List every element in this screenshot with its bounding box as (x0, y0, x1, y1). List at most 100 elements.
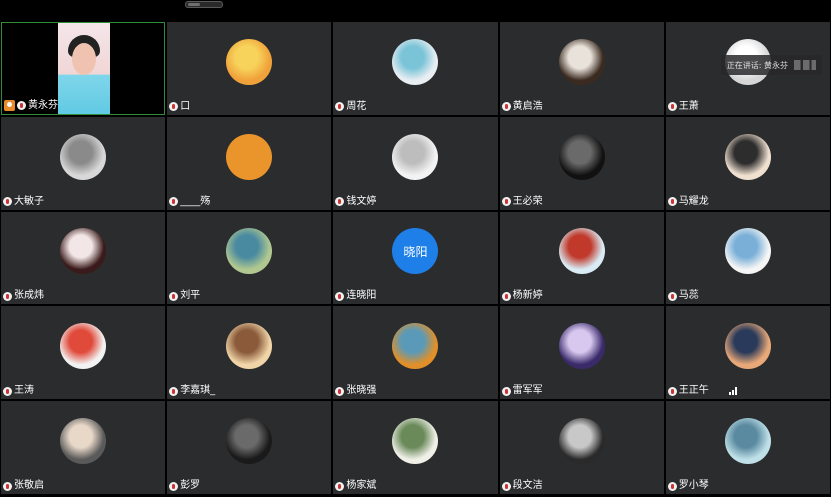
participant-tile[interactable]: ____殇 (167, 116, 332, 210)
participant-tile[interactable]: 口 (167, 22, 332, 115)
mic-muted-icon (3, 481, 12, 491)
participant-name: 张晓强 (346, 385, 377, 397)
name-bar: 雷军军 (501, 384, 543, 398)
mic-muted-icon (3, 197, 12, 207)
participant-tile[interactable]: 刘平 (167, 211, 332, 305)
name-bar: 周花 (335, 100, 366, 114)
mic-muted-icon (667, 197, 677, 207)
name-bar: ____殇 (169, 195, 210, 209)
speaking-indicator: 正在讲话: 黄永芬 (720, 55, 822, 75)
avatar (558, 228, 605, 275)
signal-strength-icon (728, 387, 739, 396)
participant-tile[interactable]: 钱文婷 (333, 116, 498, 210)
participant-tile[interactable]: 黄启浩 (499, 22, 664, 115)
participant-tile[interactable]: 王正午 (665, 306, 830, 400)
participant-tile[interactable]: 张敬启 (1, 401, 166, 494)
avatar (392, 38, 439, 85)
avatar (558, 133, 605, 180)
name-bar: 罗小琴 (667, 479, 709, 493)
avatar (392, 323, 439, 370)
participant-tile[interactable]: 王萧 正在讲话: 黄永芬 (665, 22, 830, 115)
mic-muted-icon (501, 102, 511, 112)
participant-name: 口 (180, 100, 191, 112)
name-bar: 王正午 (667, 384, 737, 398)
name-bar: 连晓阳 (335, 289, 376, 303)
name-bar: 黄永芬 (4, 99, 58, 113)
mic-muted-icon (501, 481, 511, 491)
mic-muted-icon (501, 386, 511, 396)
participant-name: 黄永芬 (28, 99, 58, 111)
participant-name: 段文洁 (512, 480, 543, 491)
mic-muted-icon (335, 197, 345, 207)
avatar (558, 38, 605, 85)
participant-tile[interactable]: 马蕊 (665, 211, 830, 305)
mic-muted-icon (169, 481, 179, 491)
name-bar: 王涛 (3, 384, 34, 398)
name-bar: 马耀龙 (667, 195, 709, 209)
participant-name: 马耀龙 (678, 195, 709, 207)
name-bar: 张晓强 (335, 384, 376, 398)
name-bar: 黄启浩 (501, 100, 543, 114)
avatar (226, 323, 273, 370)
participant-tile[interactable]: 罗小琴 (665, 401, 830, 494)
avatar (226, 133, 273, 180)
mic-muted-icon (667, 386, 677, 396)
participant-name: 黄启浩 (512, 100, 543, 112)
mic-muted-icon (335, 386, 345, 396)
name-bar: 张成炜 (3, 289, 44, 303)
participant-name: 张成炜 (14, 290, 44, 302)
participant-tile[interactable]: 段文洁 (499, 401, 664, 494)
avatar (392, 418, 439, 465)
participant-tile[interactable]: 黄永芬 (1, 22, 166, 115)
mic-muted-icon (501, 291, 511, 301)
avatar (724, 323, 771, 370)
participant-tile[interactable]: 张晓强 (333, 306, 498, 400)
top-bar (0, 0, 831, 22)
participant-name: 马蕊 (678, 290, 699, 302)
participant-tile[interactable]: 雷军军 (499, 306, 664, 400)
avatar (60, 133, 107, 180)
participant-name: 王正午 (678, 385, 709, 397)
participant-name: 钱文婷 (346, 195, 377, 207)
avatar (60, 323, 107, 370)
participant-name: 刘平 (180, 290, 201, 302)
participant-tile[interactable]: 大敏子 (1, 116, 166, 210)
avatar (226, 228, 273, 275)
participant-name: 彭罗 (180, 480, 201, 491)
participant-tile[interactable]: 李嘉琪_ (167, 306, 332, 400)
avatar (60, 418, 107, 465)
participant-name: 张敬启 (14, 480, 44, 491)
participant-video (58, 23, 110, 114)
avatar (724, 133, 771, 180)
mic-muted-icon (169, 291, 179, 301)
participant-tile[interactable]: 王必荣 (499, 116, 664, 210)
participant-tile[interactable]: 张成炜 (1, 211, 166, 305)
participant-tile[interactable]: 王涛 (1, 306, 166, 400)
mic-muted-icon (667, 102, 677, 112)
participant-tile[interactable]: 杨家斌 (333, 401, 498, 494)
mic-muted-icon (335, 291, 345, 301)
participant-name: 周花 (346, 100, 367, 112)
participant-tile[interactable]: 彭罗 (167, 401, 332, 494)
name-bar: 马蕊 (667, 289, 699, 303)
name-bar: 口 (169, 100, 190, 114)
name-bar: 张敬启 (3, 479, 44, 493)
participant-tile[interactable]: 晓阳连晓阳 (333, 211, 498, 305)
avatar (724, 418, 771, 465)
participant-tile[interactable]: 杨新婷 (499, 211, 664, 305)
avatar (60, 228, 107, 275)
participant-name: 杨家斌 (346, 480, 377, 491)
avatar (226, 38, 273, 85)
avatar: 晓阳 (392, 228, 439, 275)
name-bar: 刘平 (169, 289, 200, 303)
window-drag-handle[interactable] (185, 1, 223, 8)
participant-name: 连晓阳 (346, 290, 377, 302)
avatar (724, 228, 771, 275)
avatar (226, 418, 273, 465)
participant-tile[interactable]: 周花 (333, 22, 498, 115)
name-bar: 彭罗 (169, 479, 200, 493)
mic-muted-icon (335, 102, 345, 112)
avatar (392, 133, 439, 180)
participant-tile[interactable]: 马耀龙 (665, 116, 830, 210)
avatar (558, 323, 605, 370)
